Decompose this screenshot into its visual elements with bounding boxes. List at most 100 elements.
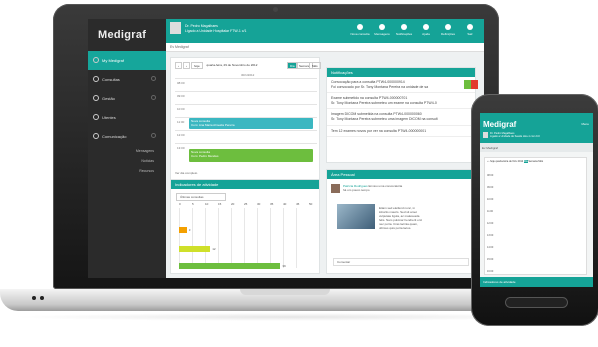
nav-label: Nova consulta [350,32,370,36]
feed-panel: Área Pessoal Patrícia Rodrigues Enviou u… [326,169,476,274]
activity-bar [179,263,281,269]
reject-icon[interactable] [471,80,478,89]
today-button[interactable]: hoje [490,160,495,163]
comment-input[interactable]: Comentar [333,258,469,266]
avatar[interactable] [331,184,340,193]
nav-sair[interactable]: Sair [458,24,482,36]
nav-mensagens[interactable]: Mensagens [370,24,394,36]
breadcrumb[interactable]: Ev Medigraf [166,43,484,52]
accept-icon[interactable] [464,80,471,89]
sidebar: Medigraf My Medigraf Consultas Gestão Ut… [88,19,166,278]
view-week-tab[interactable]: Semana [528,160,537,163]
power-icon [467,24,473,30]
nav-nova-consulta[interactable]: Nova consulta [348,24,372,36]
view-full-day-link[interactable]: Ver dia completo [175,171,197,175]
sidebar-item-gestao[interactable]: Gestão [88,89,166,108]
tick-label: 45 [296,202,300,206]
bar-value-label: 12 [212,247,216,251]
nav-notificacoes[interactable]: Notificações [392,24,416,36]
product-mockup: Medigraf My Medigraf Consultas Gestão Ut… [0,0,598,347]
time-row[interactable]: 09:00 [175,91,317,104]
sidebar-subitem-mensagens[interactable]: Mensagens [88,146,166,156]
post-action: Enviou uma convocatória [368,184,403,188]
nav-definicoes[interactable]: Definições [436,24,460,36]
bar-value-label: 39 [282,264,286,268]
indicator-light [32,296,36,300]
tick-label: 5 [192,202,194,206]
laptop-camera [273,7,278,12]
bell-icon [401,24,407,30]
people-icon [93,76,99,82]
stethoscope-icon [357,24,363,30]
mail-icon [379,24,385,30]
breadcrumb[interactable]: Ev Medigraf [480,143,593,152]
time-label: 11:00 [487,210,494,213]
chevron-down-icon [151,133,156,138]
indicator-light [40,296,44,300]
activity-bar [179,246,211,252]
time-label: 09:00 [487,186,494,189]
sidebar-subitem-noticias[interactable]: Notícias [88,156,166,166]
sidebar-item-label: Gestão [102,96,115,101]
phone-buttons[interactable] [505,297,568,308]
tick-label: 10 [205,202,209,206]
panel-title: Área Pessoal [327,170,475,179]
notification-title: Tem 12 exames novos por ver na consulta … [331,128,427,133]
app-logo: Medigraf [98,29,147,41]
time-row[interactable]: 08:00 [175,78,317,91]
time-row[interactable]: 12:00 [175,130,317,143]
time-label: 15:00 [487,258,494,261]
view-month-tab[interactable]: Mês [309,62,321,69]
sidebar-item-label: My Medigraf [102,58,125,63]
sidebar-subitem-recursos[interactable]: Recursos [88,166,166,176]
avatar[interactable] [170,22,181,34]
event-detail: Com: Ana Maria Almeida Pereira [191,123,235,127]
notification-item[interactable]: Exame submetido na consulta PTW4-0000007… [327,93,475,110]
tick-label: 20 [231,202,235,206]
calendar-event[interactable]: Nova consulta Com: Ana Maria Almeida Pere… [189,118,313,129]
view-month-tab[interactable]: Mês [538,160,543,163]
nav-ajuda[interactable]: Ajuda [414,24,438,36]
calendar-date: quarta-feira, 29 de Novembro de 2012 [206,63,258,67]
calendar-panel: ‹ › hoje quarta-feira, 29 de Novembro de 2… [170,57,321,187]
event-detail: Com: Pedro Mendes [191,154,219,158]
notification-item[interactable]: Tem 12 exames novos por ver na consulta … [327,126,475,138]
sidebar-item-consultas[interactable]: Consultas [88,70,166,89]
activity-grid [179,208,309,268]
time-label: 12:00 [487,222,494,225]
tick-label: 30 [257,202,261,206]
calendar-event[interactable]: Nova consulta Com: Pedro Mendes [189,149,313,162]
sidebar-item-my-medigraf[interactable]: My Medigraf [88,51,166,70]
time-label: 14:00 [487,246,494,249]
notification-text: Sr. Tony Montana Pereira submeteu um exa… [331,100,437,105]
help-icon [423,24,429,30]
sidebar-item-label: Utentes [102,115,116,120]
phone-activity-header[interactable]: Indicadores de atividade [480,277,593,287]
clock-icon [93,57,99,63]
post-text: Etiam sed eleifend nunc, in lobortis mau… [379,206,423,230]
post-time: há um pouco tempo [343,188,370,192]
post-image[interactable] [337,204,375,229]
user-info: Dr. Pedro Magalhaes Ligado a Unidade de S… [490,132,540,138]
activity-filter-select[interactable]: Últimas consultas [176,193,226,201]
nav-label: Ajuda [422,32,430,36]
notification-text: Foi convocado por Sr. Tony Montana Perei… [331,84,429,89]
time-row[interactable]: 10:00 [175,104,317,117]
prev-button[interactable]: ‹ [175,62,182,69]
notification-item[interactable]: Convocação para a consulta PTW4-00000091… [327,77,475,94]
today-button[interactable]: hoje [191,62,203,69]
time-label: 16:00 [487,270,494,273]
user-unit: Ligado a Unidade de Saude Hos-1 com 9.0 [490,135,540,139]
menu-button[interactable]: Menu [581,122,589,126]
sidebar-item-comunicacao[interactable]: Comunicação [88,127,166,146]
avatar[interactable] [483,132,488,138]
next-button[interactable]: › [183,62,190,69]
phone-calendar: ‹ › hoje quarta-feira de Nov 2012 Dia Se… [484,157,587,275]
tick-label: 0 [179,202,181,206]
sidebar-item-label: Consultas [102,77,120,82]
calendar-header: 30/1/2012 [241,73,255,77]
top-bar: Dr. Pedro Magalhaes Ligado a Unidade Hosp… [166,19,484,43]
notification-item[interactable]: Imagem DICOM submetida na consulta PTW4-… [327,109,475,126]
panel-title: Notificações [327,68,475,77]
sidebar-item-utentes[interactable]: Utentes [88,108,166,127]
